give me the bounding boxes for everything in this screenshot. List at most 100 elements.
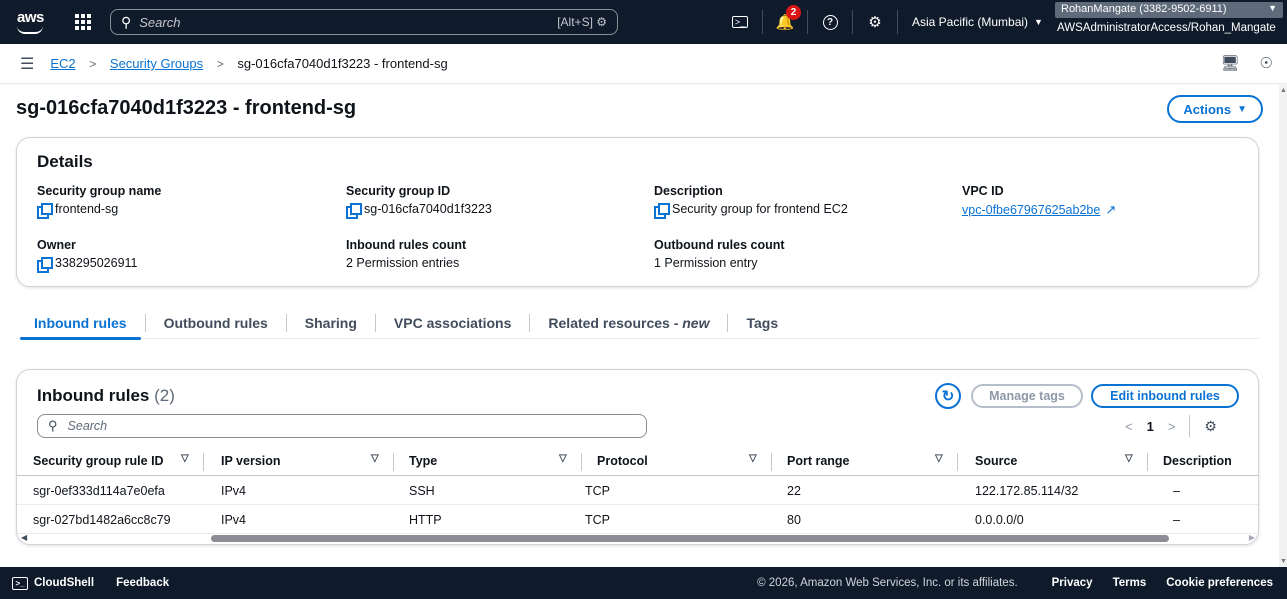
inbound-rules-panel: Inbound rules (2) ↻ Manage tags Edit inb… (16, 369, 1259, 545)
column-source[interactable]: Source (975, 454, 1017, 468)
field-inbound-count: Inbound rules count 2 Permission entries (346, 238, 636, 270)
tab-related-resources[interactable]: Related resources - new (530, 307, 727, 339)
column-type[interactable]: Type (409, 454, 437, 468)
monitor-icon[interactable]: 🖥 (1221, 54, 1240, 72)
horizontal-scrollbar[interactable]: ◀ ▶ (21, 532, 1255, 544)
field-value: sg-016cfa7040d1f3223 (364, 202, 492, 216)
chevron-right-icon: > (89, 57, 97, 71)
table-row[interactable]: sgr-027bd1482a6cc8c79 IPv4 HTTP TCP 80 0… (17, 505, 1258, 534)
manage-tags-button[interactable]: Manage tags (971, 384, 1083, 408)
sort-icon[interactable]: ▽ (1125, 453, 1133, 464)
copy-icon[interactable] (346, 202, 362, 219)
top-navigation: aws ⚲ [Alt+S] ⚙ >_ 🔔2 ? ⚙ Asia Pacific (… (0, 0, 1287, 44)
tab-list: Inbound rules Outbound rules Sharing VPC… (16, 307, 1259, 340)
services-grid-icon[interactable] (66, 5, 100, 39)
tab-inbound-rules[interactable]: Inbound rules (16, 307, 145, 340)
global-search-input[interactable] (139, 14, 558, 30)
cell-port-range: 22 (787, 484, 801, 498)
account-menu[interactable]: RohanMangate (3382-9502-6911) ▼ AWSAdmini… (1049, 0, 1287, 44)
aws-logo[interactable]: aws (14, 6, 54, 38)
chevron-left-icon[interactable]: < (1125, 419, 1133, 434)
actions-label: Actions (1183, 101, 1232, 117)
info-icon[interactable]: ☉ (1260, 54, 1273, 72)
cloudshell-label: CloudShell (34, 577, 95, 589)
gear-icon[interactable]: ⚙ (853, 0, 897, 44)
caret-down-icon: ▼ (1034, 17, 1043, 27)
account-name: RohanMangate (3382-9502-6911) (1061, 3, 1227, 15)
vertical-scrollbar[interactable]: ▲ ▼ (1279, 85, 1287, 567)
breadcrumb-ec2[interactable]: EC2 (50, 56, 75, 71)
rules-search-input[interactable] (67, 419, 636, 433)
copy-icon[interactable] (654, 202, 670, 219)
field-label: Description (654, 184, 723, 198)
refresh-icon[interactable]: ↻ (935, 383, 961, 409)
scrollbar-thumb[interactable] (211, 535, 1169, 542)
caret-down-icon: ▼ (1268, 3, 1277, 13)
menu-icon[interactable]: ☰ (20, 54, 34, 74)
privacy-link[interactable]: Privacy (1052, 577, 1093, 589)
gear-icon[interactable]: ⚙ (1204, 418, 1217, 435)
sort-icon[interactable]: ▽ (181, 453, 189, 464)
cell-ip-version: IPv4 (221, 484, 247, 498)
breadcrumb-current: sg-016cfa7040d1f3223 - frontend-sg (237, 56, 448, 71)
cookie-preferences-link[interactable]: Cookie preferences (1166, 577, 1273, 589)
column-port-range[interactable]: Port range (787, 454, 850, 468)
field-value: 338295026911 (55, 256, 138, 270)
field-owner: Owner 338295026911 (37, 238, 327, 273)
tab-tags[interactable]: Tags (728, 307, 796, 339)
scroll-down-icon[interactable]: ▼ (1280, 558, 1287, 565)
column-protocol[interactable]: Protocol (597, 454, 648, 468)
tab-vpc-associations[interactable]: VPC associations (376, 307, 530, 339)
pagination: < 1 > ⚙ (1125, 414, 1217, 438)
region-selector[interactable]: Asia Pacific (Mumbai) ▼ (912, 15, 1043, 29)
cell-type: SSH (409, 484, 435, 498)
tab-new-label: new (682, 314, 710, 331)
bell-icon[interactable]: 🔔 2 (763, 0, 807, 44)
cloudshell-icon[interactable]: >_ (718, 0, 762, 44)
chevron-right-icon[interactable]: > (1168, 419, 1176, 434)
column-ip-version[interactable]: IP version (221, 454, 281, 468)
caret-down-icon: ▼ (1237, 103, 1247, 115)
scroll-up-icon[interactable]: ▲ (1280, 87, 1287, 94)
actions-button[interactable]: Actions ▼ (1167, 95, 1263, 123)
sort-icon[interactable]: ▽ (371, 453, 379, 464)
terms-link[interactable]: Terms (1113, 577, 1147, 589)
cell-type: HTTP (409, 513, 442, 527)
scroll-right-icon[interactable]: ▶ (1249, 533, 1255, 542)
edit-inbound-rules-button[interactable]: Edit inbound rules (1091, 384, 1239, 408)
field-label: Outbound rules count (654, 238, 785, 252)
cell-rule-id: sgr-0ef333d114a7e0efa (33, 484, 165, 498)
sort-icon[interactable]: ▽ (935, 453, 943, 464)
field-label: Security group ID (346, 184, 451, 198)
copy-icon[interactable] (37, 256, 53, 273)
details-panel: Details Security group name frontend-sg … (16, 137, 1259, 287)
vpc-id-link[interactable]: vpc-0fbe67967625ab2be (962, 203, 1100, 217)
breadcrumb-bar: ☰ EC2 > Security Groups > sg-016cfa7040d… (0, 44, 1287, 84)
column-rule-id[interactable]: Security group rule ID (33, 454, 164, 468)
field-label: Owner (37, 238, 76, 252)
external-link-icon[interactable]: ↗ (1105, 202, 1116, 218)
cell-ip-version: IPv4 (221, 513, 247, 527)
rules-search[interactable]: ⚲ (37, 414, 647, 438)
cloudshell-button[interactable]: >_ CloudShell (12, 576, 95, 590)
global-search[interactable]: ⚲ [Alt+S] ⚙ (110, 9, 618, 35)
column-description[interactable]: Description (1163, 454, 1232, 468)
sort-icon[interactable]: ▽ (749, 453, 757, 464)
sort-icon[interactable]: ▽ (559, 453, 567, 464)
tab-outbound-rules[interactable]: Outbound rules (146, 307, 286, 339)
breadcrumb-security-groups[interactable]: Security Groups (110, 56, 203, 71)
copyright-text: © 2026, Amazon Web Services, Inc. or its… (757, 577, 1018, 589)
table-row[interactable]: sgr-0ef333d114a7e0efa IPv4 SSH TCP 22 12… (17, 476, 1258, 505)
tab-sharing[interactable]: Sharing (287, 307, 375, 339)
search-icon: ⚲ (121, 13, 132, 30)
field-outbound-count: Outbound rules count 1 Permission entry (654, 238, 944, 270)
field-value: 1 Permission entry (654, 256, 758, 270)
page-number[interactable]: 1 (1147, 419, 1154, 434)
rules-count: (2) (154, 386, 175, 405)
help-icon[interactable]: ? (808, 0, 852, 44)
feedback-link[interactable]: Feedback (116, 577, 169, 589)
copy-icon[interactable] (37, 202, 53, 219)
table-header: Security group rule ID ▽ IP version ▽ Ty… (17, 448, 1258, 476)
tab-related-label: Related resources - (548, 314, 679, 331)
scroll-left-icon[interactable]: ◀ (21, 533, 27, 542)
